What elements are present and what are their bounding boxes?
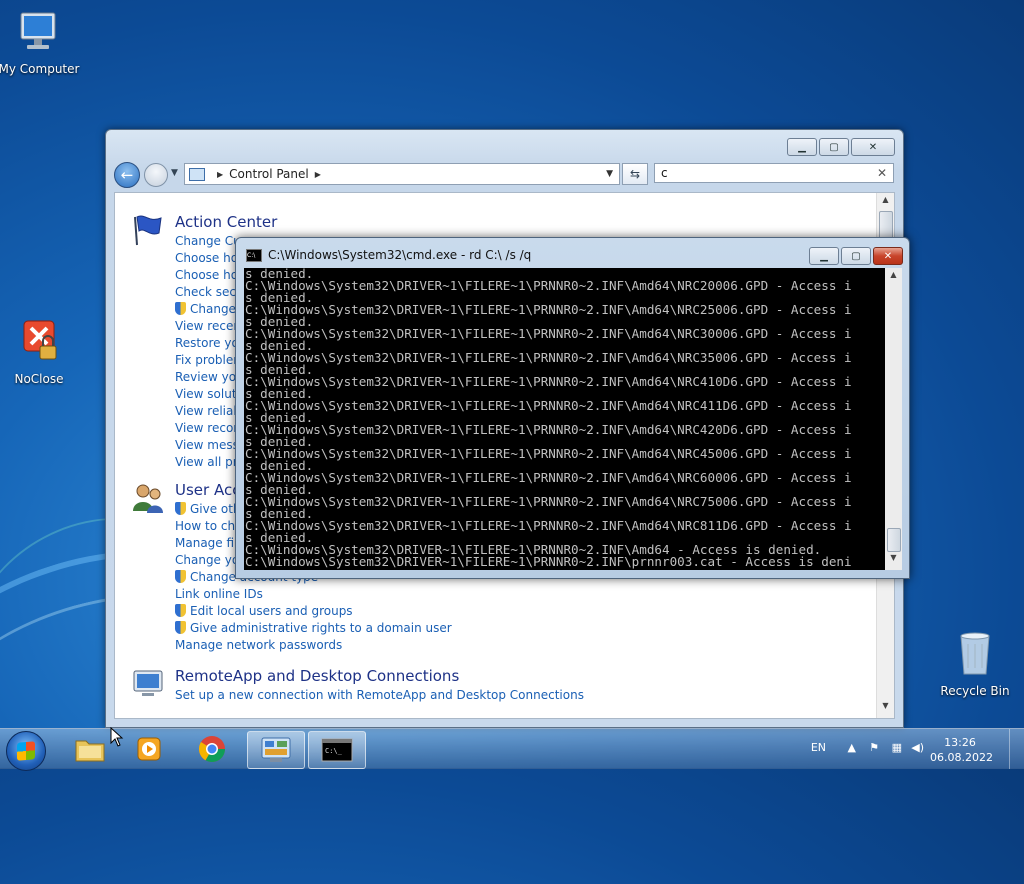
clock-date: 06.08.2022	[930, 751, 993, 764]
cmd-window[interactable]: C:\ C:\Windows\System32\cmd.exe - rd C:\…	[235, 237, 910, 579]
language-indicator[interactable]: EN	[811, 741, 826, 754]
noclose-icon	[23, 320, 57, 360]
minimize-button[interactable]: ▁	[809, 247, 839, 265]
task-link[interactable]: Manage network passwords	[175, 637, 452, 654]
clear-search-icon[interactable]: ✕	[877, 164, 887, 182]
maximize-button[interactable]: ▢	[841, 247, 871, 265]
search-input[interactable]: c ✕	[654, 163, 894, 183]
address-dropdown-icon[interactable]: ▼	[606, 169, 613, 179]
section-title[interactable]: RemoteApp and Desktop Connections	[175, 667, 584, 685]
navigation-bar: ← ▼ ▶ Control Panel ▶ ▼ ⇆ c ✕	[114, 162, 895, 188]
minimize-button[interactable]: ▁	[787, 138, 817, 156]
computer-icon	[20, 12, 56, 49]
recycle-bin-icon	[960, 632, 990, 675]
window-controls: ▁ ▢ ✕	[809, 247, 903, 265]
task-link[interactable]: Edit local users and groups	[175, 603, 452, 620]
uac-shield-icon	[175, 502, 186, 515]
uac-shield-icon	[175, 621, 186, 634]
scroll-thumb[interactable]	[887, 528, 901, 552]
show-desktop-button[interactable]	[1009, 729, 1024, 769]
refresh-button[interactable]: ⇆	[622, 163, 648, 185]
cmd-icon: C:\	[246, 248, 262, 262]
desktop-icon-label: Recycle Bin	[940, 684, 1010, 698]
action-center-tray-icon[interactable]: ⚑	[869, 741, 879, 754]
volume-icon[interactable]: ◀)	[911, 741, 924, 754]
task-link[interactable]: Link online IDs	[175, 586, 452, 603]
clock[interactable]: 13:26 06.08.2022	[930, 735, 993, 765]
taskbar-item-cmd[interactable]: C:\_	[308, 731, 366, 769]
chrome-icon	[198, 736, 226, 763]
desktop-icon-my-computer[interactable]: My Computer	[0, 10, 81, 76]
uac-shield-icon	[175, 302, 186, 315]
desktop-icon-recycle-bin[interactable]: Recycle Bin	[933, 630, 1017, 698]
cmd-icon: C:\_	[321, 738, 353, 762]
breadcrumb-arrow-icon: ▶	[217, 169, 224, 179]
network-icon[interactable]: ▦	[892, 741, 902, 754]
show-hidden-icons-icon[interactable]: ▲	[848, 741, 856, 754]
remoteapp-icon	[133, 670, 163, 696]
control-panel-small-icon	[189, 167, 205, 181]
action-center-flag-icon	[134, 215, 162, 246]
scroll-up-icon[interactable]: ▲	[877, 195, 894, 210]
desktop-icon-label: My Computer	[0, 62, 80, 76]
back-button[interactable]: ←	[114, 162, 140, 188]
task-link[interactable]: Set up a new connection with RemoteApp a…	[175, 687, 584, 704]
uac-shield-icon	[175, 570, 186, 583]
task-link[interactable]: Give administrative rights to a domain u…	[175, 620, 452, 637]
refresh-icon: ⇆	[629, 167, 641, 181]
windows-logo-icon	[17, 741, 35, 761]
breadcrumb-arrow-icon[interactable]: ▶	[315, 170, 321, 179]
close-button[interactable]: ✕	[873, 247, 903, 265]
taskbar: C:\_ EN ▲ ⚑ ▦ ◀) 13:26 06.08.2022	[0, 728, 1024, 771]
cmd-title-text: C:\Windows\System32\cmd.exe - rd C:\ /s …	[268, 248, 532, 262]
recent-pages-dropdown[interactable]: ▼	[171, 168, 178, 178]
console-scrollbar[interactable]: ▲ ▼	[885, 268, 902, 570]
control-panel-icon	[261, 737, 291, 762]
scroll-up-icon[interactable]: ▲	[885, 270, 902, 285]
breadcrumb-control-panel[interactable]: Control Panel	[229, 167, 309, 181]
mouse-cursor-icon	[110, 727, 124, 747]
forward-button[interactable]	[144, 163, 168, 187]
scroll-down-icon[interactable]: ▼	[885, 553, 902, 568]
console-output[interactable]: s denied. C:\Windows\System32\DRIVER~1\F…	[244, 268, 885, 570]
address-bar[interactable]: ▶ Control Panel ▶ ▼	[184, 163, 620, 185]
folder-icon	[75, 740, 105, 762]
maximize-button[interactable]: ▢	[819, 138, 849, 156]
desktop-icon-noclose[interactable]: NoClose	[0, 318, 81, 386]
cmd-titlebar: C:\ C:\Windows\System32\cmd.exe - rd C:\…	[246, 248, 531, 262]
close-button[interactable]: ✕	[851, 138, 895, 156]
search-value: c	[661, 166, 668, 180]
svg-text:C:\_: C:\_	[325, 747, 343, 755]
scroll-down-icon[interactable]: ▼	[877, 701, 894, 716]
clock-time: 13:26	[944, 736, 976, 749]
start-button[interactable]	[6, 731, 46, 771]
desktop-icon-label: NoClose	[14, 372, 64, 386]
chevron-down-icon: ▼	[171, 168, 178, 178]
system-tray: EN ▲ ⚑ ▦ ◀) 13:26 06.08.2022	[764, 729, 1024, 769]
taskbar-item-chrome[interactable]	[184, 731, 240, 767]
taskbar-item-control-panel[interactable]	[247, 731, 305, 769]
section-remoteapp: RemoteApp and Desktop Connections Set up…	[175, 667, 584, 704]
user-accounts-icon	[133, 484, 163, 513]
section-title[interactable]: Action Center	[175, 213, 277, 231]
console-text: s denied. C:\Windows\System32\DRIVER~1\F…	[245, 268, 852, 569]
media-player-icon	[137, 737, 161, 761]
window-controls: ▁ ▢ ✕	[787, 138, 895, 156]
arrow-left-icon: ←	[120, 166, 134, 184]
uac-shield-icon	[175, 604, 186, 617]
taskbar-item-media-player[interactable]	[121, 731, 177, 767]
